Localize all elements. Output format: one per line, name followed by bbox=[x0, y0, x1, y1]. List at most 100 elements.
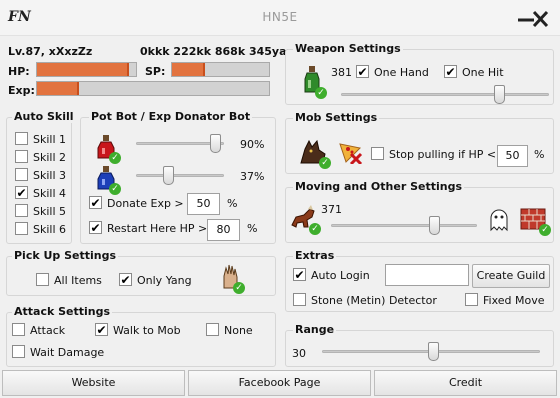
pizza-no-icon bbox=[336, 138, 364, 166]
one-hit-label: One Hit bbox=[462, 66, 504, 79]
skill-1-checkbox[interactable] bbox=[15, 132, 28, 145]
exp-bar bbox=[36, 81, 270, 96]
moving-title: Moving and Other Settings bbox=[293, 180, 465, 193]
auto-login-label: Auto Login bbox=[311, 269, 370, 282]
restart-hp-unit: % bbox=[247, 222, 258, 235]
skill-4-label: Skill 4 bbox=[33, 187, 67, 200]
skill-2-label: Skill 2 bbox=[33, 151, 67, 164]
hp-pot-slider-thumb[interactable] bbox=[209, 134, 221, 153]
one-hand-checkbox[interactable]: ✔ bbox=[356, 65, 369, 78]
fixed-move-checkbox[interactable] bbox=[465, 293, 478, 306]
auto-login-checkbox[interactable]: ✔ bbox=[293, 268, 306, 281]
only-yang-checkbox[interactable]: ✔ bbox=[119, 273, 132, 286]
moving-slider-track[interactable] bbox=[331, 224, 477, 227]
hp-pot-value: 90% bbox=[240, 138, 265, 151]
mob-title: Mob Settings bbox=[293, 111, 380, 124]
check-mark-icon: ✔ bbox=[357, 64, 368, 79]
range-slider-thumb[interactable] bbox=[427, 342, 439, 361]
moving-value: 371 bbox=[321, 203, 342, 216]
guild-name-input[interactable] bbox=[385, 264, 469, 286]
skill-1-label: Skill 1 bbox=[33, 133, 67, 146]
website-button[interactable]: Website bbox=[2, 370, 185, 396]
none-checkbox[interactable] bbox=[206, 323, 219, 336]
range-title: Range bbox=[293, 323, 337, 336]
close-button[interactable] bbox=[514, 8, 550, 30]
green-check-icon: ✓ bbox=[539, 224, 551, 236]
wait-damage-checkbox[interactable] bbox=[12, 345, 25, 358]
exp-label: Exp: bbox=[8, 84, 35, 97]
mp-pot-slider-track[interactable] bbox=[136, 174, 224, 177]
player-level-name: Lv.87, xXxzZz bbox=[8, 45, 93, 58]
walk-to-mob-label: Walk to Mob bbox=[113, 324, 181, 337]
all-items-checkbox[interactable] bbox=[36, 273, 49, 286]
stop-pulling-label: Stop pulling if HP < bbox=[389, 148, 497, 161]
green-check-icon: ✓ bbox=[109, 183, 121, 195]
green-check-icon: ✓ bbox=[319, 157, 331, 169]
restart-here-checkbox[interactable]: ✔ bbox=[89, 221, 102, 234]
check-mark-icon: ✔ bbox=[445, 64, 456, 79]
create-guild-button[interactable]: Create Guild bbox=[472, 264, 550, 288]
hp-bar-fill bbox=[37, 63, 130, 76]
red-potion-icon: ✓ bbox=[94, 133, 121, 164]
all-items-label: All Items bbox=[54, 274, 102, 287]
close-x-icon bbox=[518, 10, 549, 28]
auto-skill-title: Auto Skill bbox=[12, 110, 76, 123]
green-check-icon: ✓ bbox=[309, 223, 321, 235]
weapon-slider-thumb[interactable] bbox=[493, 85, 505, 104]
check-mark-icon: ✔ bbox=[16, 185, 27, 200]
window-title: HN5E bbox=[262, 10, 298, 24]
stop-pulling-unit: % bbox=[534, 148, 545, 161]
donate-exp-checkbox[interactable]: ✔ bbox=[89, 196, 102, 209]
donate-exp-unit: % bbox=[227, 197, 238, 210]
attack-checkbox[interactable] bbox=[12, 323, 25, 336]
restart-here-label: Restart Here HP > bbox=[107, 222, 208, 235]
skill-6-label: Skill 6 bbox=[33, 223, 67, 236]
wolf-icon: ✓ bbox=[298, 138, 331, 169]
check-mark-icon: ✔ bbox=[90, 195, 101, 210]
walk-to-mob-checkbox[interactable]: ✔ bbox=[95, 323, 108, 336]
ghost-icon bbox=[486, 205, 512, 233]
weapon-slider-track[interactable] bbox=[341, 93, 549, 96]
mp-pot-slider-thumb[interactable] bbox=[163, 166, 175, 185]
brick-wall-icon: ✓ bbox=[518, 205, 551, 236]
poison-bottle-icon: ✓ bbox=[300, 62, 327, 99]
exp-bar-fill bbox=[37, 82, 79, 95]
donate-exp-input[interactable]: 50 bbox=[187, 193, 220, 215]
attack-label: Attack bbox=[30, 324, 66, 337]
sp-label: SP: bbox=[145, 65, 166, 78]
one-hit-checkbox[interactable]: ✔ bbox=[444, 65, 457, 78]
pickup-title: Pick Up Settings bbox=[12, 249, 119, 262]
skill-3-checkbox[interactable] bbox=[15, 168, 28, 181]
blue-potion-icon: ✓ bbox=[94, 164, 121, 195]
restart-hp-input[interactable]: 80 bbox=[207, 219, 240, 241]
fixed-move-label: Fixed Move bbox=[483, 294, 545, 307]
hp-label: HP: bbox=[8, 65, 30, 78]
mp-pot-value: 37% bbox=[240, 170, 265, 183]
pot-bot-title: Pot Bot / Exp Donator Bot bbox=[89, 110, 253, 123]
facebook-page-button[interactable]: Facebook Page bbox=[188, 370, 371, 396]
skill-2-checkbox[interactable] bbox=[15, 150, 28, 163]
check-mark-icon: ✔ bbox=[120, 272, 131, 287]
sp-bar bbox=[171, 62, 270, 77]
skill-5-label: Skill 5 bbox=[33, 205, 67, 218]
check-mark-icon: ✔ bbox=[96, 322, 107, 337]
check-mark-icon: ✔ bbox=[294, 267, 305, 282]
green-check-icon: ✓ bbox=[315, 87, 327, 99]
credit-button[interactable]: Credit bbox=[374, 370, 557, 396]
skill-6-checkbox[interactable] bbox=[15, 222, 28, 235]
range-value: 30 bbox=[292, 347, 306, 360]
skill-4-checkbox[interactable]: ✔ bbox=[15, 186, 28, 199]
skill-3-label: Skill 3 bbox=[33, 169, 67, 182]
stop-pulling-checkbox[interactable] bbox=[371, 147, 384, 160]
hand-icon: ✓ bbox=[218, 263, 245, 294]
sp-bar-fill bbox=[172, 63, 205, 76]
horse-icon: ✓ bbox=[288, 202, 321, 235]
stone-detector-checkbox[interactable] bbox=[293, 293, 306, 306]
player-currency: 0kkk 222kk 868k 345yang bbox=[140, 45, 303, 58]
stop-pulling-input[interactable]: 50 bbox=[497, 145, 528, 167]
wait-damage-label: Wait Damage bbox=[30, 346, 105, 359]
skill-5-checkbox[interactable] bbox=[15, 204, 28, 217]
moving-slider-thumb[interactable] bbox=[429, 216, 441, 235]
check-mark-icon: ✔ bbox=[90, 220, 101, 235]
donate-exp-label: Donate Exp > bbox=[107, 197, 184, 210]
